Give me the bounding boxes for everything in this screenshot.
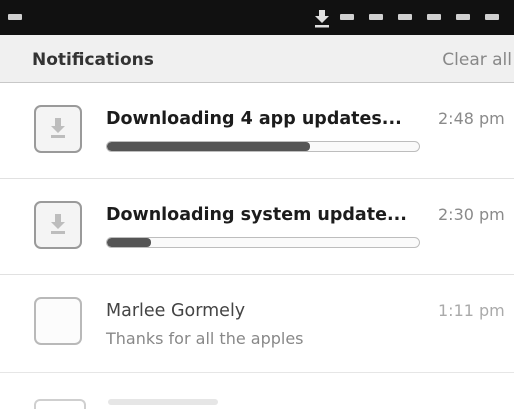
status-icon	[427, 14, 441, 20]
download-status-icon	[315, 10, 329, 28]
status-icon	[340, 14, 354, 20]
status-icon	[8, 14, 22, 20]
progress-fill	[107, 142, 310, 151]
notification-item[interactable]: Downloading 4 app updates... 2:48 pm	[0, 83, 514, 179]
notification-message: Thanks for all the apples	[106, 329, 304, 348]
notification-sender: Marlee Gormely	[106, 301, 246, 321]
partial-app-icon	[34, 399, 86, 409]
clear-all-button[interactable]: Clear all	[442, 50, 512, 70]
notification-list: Downloading 4 app updates... 2:48 pm Dow…	[0, 83, 514, 371]
notification-time: 1:11 pm	[438, 301, 505, 320]
notifications-header: Notifications Clear all	[0, 35, 514, 83]
status-icon	[456, 14, 470, 20]
status-icon	[369, 14, 383, 20]
download-icon	[34, 105, 82, 153]
blank-app-icon	[34, 297, 82, 345]
progress-fill	[107, 238, 151, 247]
next-notification-partial	[0, 372, 514, 409]
notification-item[interactable]: Marlee Gormely Thanks for all the apples…	[0, 275, 514, 371]
notification-time: 2:48 pm	[438, 109, 505, 128]
status-icon	[485, 14, 499, 20]
status-bar	[0, 0, 514, 35]
notification-time: 2:30 pm	[438, 205, 505, 224]
download-progress-bar	[106, 237, 420, 248]
notification-title: Downloading system update...	[106, 205, 407, 225]
status-icon	[398, 14, 412, 20]
notification-item[interactable]: Downloading system update... 2:30 pm	[0, 179, 514, 275]
partial-title	[108, 399, 218, 405]
notification-title: Downloading 4 app updates...	[106, 109, 402, 129]
download-icon	[34, 201, 82, 249]
page-title: Notifications	[32, 50, 154, 70]
download-progress-bar	[106, 141, 420, 152]
